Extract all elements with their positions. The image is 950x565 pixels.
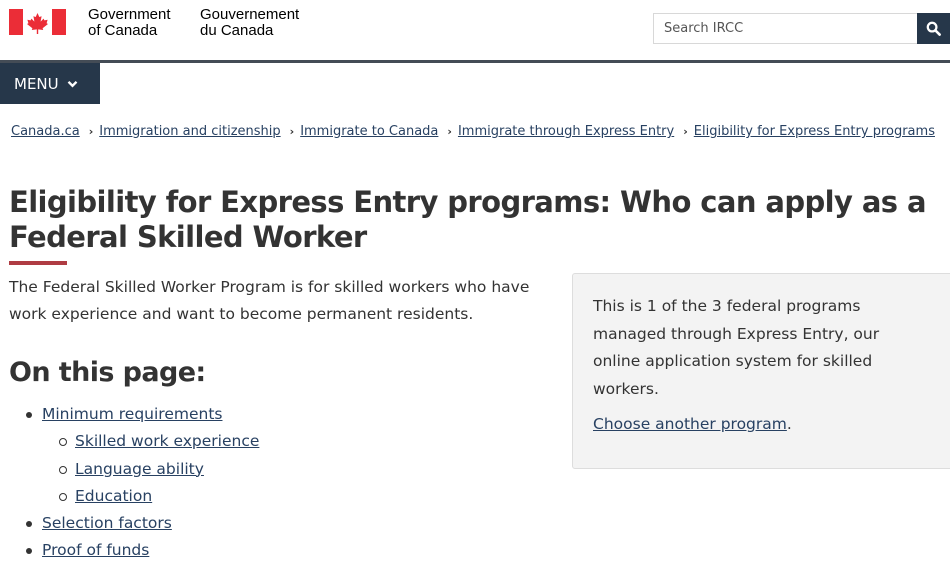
breadcrumb-express-entry[interactable]: Immigrate through Express Entry bbox=[458, 124, 674, 139]
toc-link-language-ability[interactable]: Language ability bbox=[75, 460, 204, 478]
breadcrumb: Canada.ca › Immigration and citizenship … bbox=[11, 124, 935, 139]
title-underline bbox=[9, 261, 67, 265]
menu-label: MENU bbox=[14, 74, 59, 93]
toc-item: Skilled work experience bbox=[0, 428, 259, 455]
breadcrumb-eligibility[interactable]: Eligibility for Express Entry programs bbox=[694, 124, 935, 139]
signature-en-line1: Government bbox=[88, 6, 171, 23]
breadcrumb-immigrate-to-canada[interactable]: Immigrate to Canada bbox=[300, 124, 438, 139]
header-divider bbox=[0, 60, 950, 63]
toc-item: Proof of funds bbox=[0, 537, 259, 564]
on-this-page-heading: On this page: bbox=[9, 357, 206, 388]
search-input[interactable] bbox=[653, 13, 917, 44]
program-info-text: This is 1 of the 3 federal programs mana… bbox=[593, 297, 880, 398]
signature-fr-line1: Gouvernement bbox=[200, 6, 300, 23]
chevron-right-icon: › bbox=[289, 125, 295, 138]
signature-fr-line2: du Canada bbox=[200, 22, 274, 39]
toc-link-minimum-requirements[interactable]: Minimum requirements bbox=[42, 405, 222, 423]
site-header: Government of Canada Gouvernement du Can… bbox=[0, 0, 950, 60]
toc-link-skilled-work-experience[interactable]: Skilled work experience bbox=[75, 432, 259, 450]
menu-button[interactable]: MENU bbox=[0, 63, 100, 104]
signature-en-line2: of Canada bbox=[88, 22, 158, 39]
canada-flag-icon bbox=[9, 9, 66, 35]
breadcrumb-canada-ca[interactable]: Canada.ca bbox=[11, 124, 80, 139]
toc-item: Education bbox=[0, 483, 259, 510]
search-icon bbox=[926, 21, 941, 36]
toc-link-selection-factors[interactable]: Selection factors bbox=[42, 514, 172, 532]
government-signature-fr[interactable]: Gouvernement du Canada bbox=[200, 7, 299, 39]
toc-item: Language ability bbox=[0, 456, 259, 483]
page-title: Eligibility for Express Entry programs: … bbox=[9, 185, 927, 254]
government-signature-en[interactable]: Government of Canada bbox=[88, 7, 171, 39]
intro-paragraph: The Federal Skilled Worker Program is fo… bbox=[9, 278, 530, 323]
chevron-right-icon: › bbox=[683, 125, 688, 138]
choose-program-line: Choose another program. bbox=[593, 411, 913, 439]
toc-link-proof-of-funds[interactable]: Proof of funds bbox=[42, 541, 149, 559]
toc-item: Selection factors bbox=[0, 510, 259, 537]
program-info-panel: This is 1 of the 3 federal programs mana… bbox=[572, 273, 950, 469]
on-this-page-list: Minimum requirements Skilled work experi… bbox=[0, 401, 259, 565]
search-form bbox=[653, 13, 950, 44]
toc-item: Minimum requirements bbox=[0, 401, 259, 428]
chevron-down-icon bbox=[67, 80, 77, 87]
toc-link-education[interactable]: Education bbox=[75, 487, 152, 505]
choose-another-program-link[interactable]: Choose another program bbox=[593, 415, 787, 433]
chevron-right-icon: › bbox=[447, 125, 452, 138]
breadcrumb-immigration-citizenship[interactable]: Immigration and citizenship bbox=[99, 124, 280, 139]
search-button[interactable] bbox=[917, 13, 950, 44]
link-suffix: . bbox=[786, 415, 792, 433]
chevron-right-icon: › bbox=[88, 125, 94, 138]
